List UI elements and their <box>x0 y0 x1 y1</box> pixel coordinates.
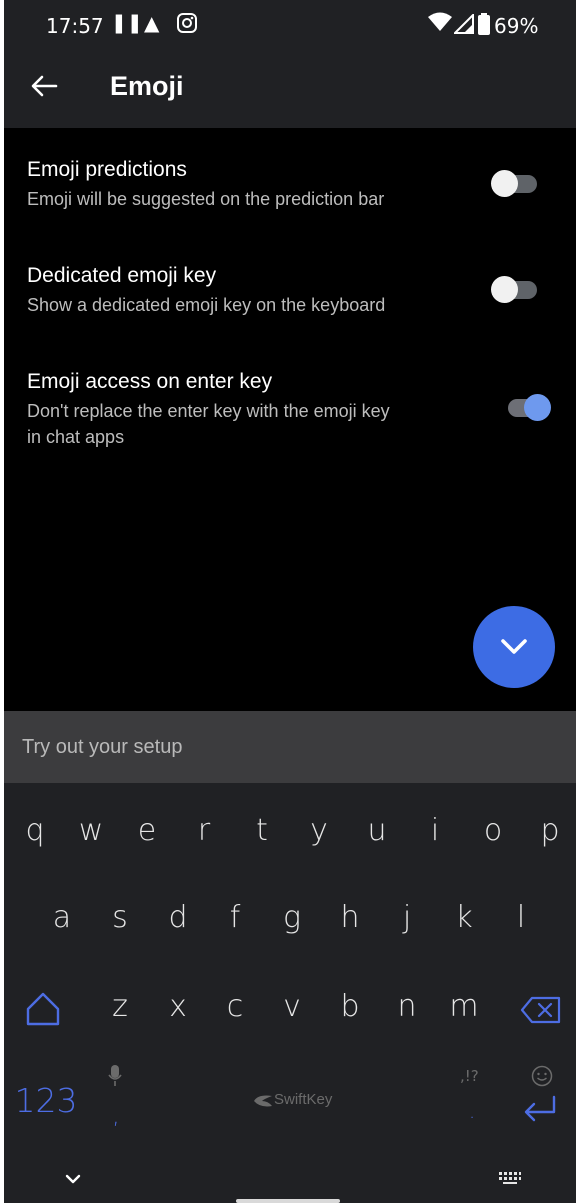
tryout-placeholder: Try out your setup <box>22 736 183 758</box>
period-key[interactable]: . <box>452 1099 492 1123</box>
numbers-key[interactable]: 123 <box>8 1081 84 1120</box>
key-k[interactable]: k <box>444 900 484 935</box>
key-y[interactable]: y <box>299 813 339 848</box>
toggle-knob <box>524 394 551 421</box>
tryout-input[interactable]: Try out your setup <box>4 711 576 783</box>
page-title: Emoji <box>110 71 184 101</box>
key-l[interactable]: l <box>501 900 541 935</box>
key-d[interactable]: d <box>158 900 198 935</box>
toggle-knob <box>491 170 518 197</box>
key-f[interactable]: f <box>215 900 255 935</box>
backspace-key[interactable] <box>520 996 562 1028</box>
wifi-icon <box>428 12 452 37</box>
swiftkey-logo-icon <box>254 1095 272 1107</box>
setting-description-line2: in chat apps <box>27 427 125 447</box>
key-h[interactable]: h <box>330 900 370 935</box>
key-p[interactable]: p <box>530 813 570 848</box>
status-bar: 17:57 ❚❚ ▲ 69% <box>4 0 576 56</box>
signal-icon <box>452 12 474 39</box>
key-s[interactable]: s <box>100 900 140 935</box>
setting-description: Show a dedicated emoji key on the keyboa… <box>27 295 386 315</box>
back-button[interactable] <box>28 70 68 110</box>
key-q[interactable]: q <box>15 813 55 848</box>
keyboard-icon <box>499 1172 521 1184</box>
pause-icon: ❚❚ <box>111 12 143 34</box>
navigation-bar <box>4 1148 576 1203</box>
keyboard: q w e r t y u i o p a s d f g h j k l z … <box>4 783 576 1203</box>
key-m[interactable]: m <box>444 989 484 1024</box>
emoji-predictions-toggle[interactable] <box>491 167 539 199</box>
instagram-icon <box>176 12 198 39</box>
key-r[interactable]: r <box>184 813 224 848</box>
shift-icon <box>26 992 60 1026</box>
enter-key[interactable] <box>522 1095 558 1127</box>
microphone-icon <box>108 1065 122 1091</box>
status-time: 17:57 <box>46 14 104 38</box>
key-b[interactable]: b <box>330 989 370 1024</box>
setting-title: Dedicated emoji key <box>27 264 217 287</box>
chevron-down-icon <box>65 1174 81 1184</box>
keyboard-switch-button[interactable] <box>498 1170 522 1189</box>
setting-title: Emoji access on enter key <box>27 370 273 393</box>
setting-dedicated-emoji-key[interactable]: Dedicated emoji key Show a dedicated emo… <box>4 234 576 344</box>
setting-description-line1: Don't replace the enter key with the emo… <box>27 401 390 421</box>
key-g[interactable]: g <box>272 900 312 935</box>
navigation-icon: ▲ <box>144 11 160 35</box>
key-z[interactable]: z <box>100 989 140 1024</box>
key-w[interactable]: w <box>71 813 111 848</box>
chevron-down-icon <box>501 639 527 654</box>
battery-percent: 69% <box>494 14 539 38</box>
shift-key[interactable] <box>25 991 61 1031</box>
key-o[interactable]: o <box>473 813 513 848</box>
punctuation-hint: ,!? <box>460 1067 479 1085</box>
key-x[interactable]: x <box>158 989 198 1024</box>
key-t[interactable]: t <box>242 813 282 848</box>
emoji-icon <box>531 1065 553 1091</box>
back-arrow-icon <box>31 75 58 97</box>
key-a[interactable]: a <box>42 900 82 935</box>
key-e[interactable]: e <box>127 813 167 848</box>
setting-emoji-predictions[interactable]: Emoji predictions Emoji will be suggeste… <box>4 128 576 234</box>
key-j[interactable]: j <box>387 900 427 935</box>
enter-icon <box>524 1095 556 1122</box>
key-n[interactable]: n <box>387 989 427 1024</box>
setting-title: Emoji predictions <box>27 158 187 181</box>
key-u[interactable]: u <box>357 813 397 848</box>
phone-screen: 17:57 ❚❚ ▲ 69% Emoji Emoji p re d i ctions E… <box>4 0 576 1203</box>
key-v[interactable]: v <box>272 989 312 1024</box>
top-bar: 17:57 ❚❚ ▲ 69% Emoji <box>4 0 576 128</box>
key-c[interactable]: c <box>215 989 255 1024</box>
emoji-access-enter-key-toggle[interactable] <box>502 391 551 423</box>
collapse-fab-button[interactable] <box>473 606 555 688</box>
dedicated-emoji-key-toggle[interactable] <box>491 273 539 305</box>
setting-description: Emoji will be suggested on the predictio… <box>27 189 385 209</box>
battery-icon <box>478 13 490 40</box>
comma-key[interactable]: , <box>96 1101 136 1129</box>
brand-label: SwiftKey <box>274 1091 333 1108</box>
toggle-knob <box>491 276 518 303</box>
setting-emoji-access-enter-key[interactable]: Emoji access on enter key Don't replace … <box>4 344 576 474</box>
key-i[interactable]: i <box>415 813 455 848</box>
backspace-icon <box>520 996 561 1024</box>
hide-keyboard-button[interactable] <box>64 1170 82 1189</box>
home-indicator[interactable] <box>236 1199 340 1203</box>
